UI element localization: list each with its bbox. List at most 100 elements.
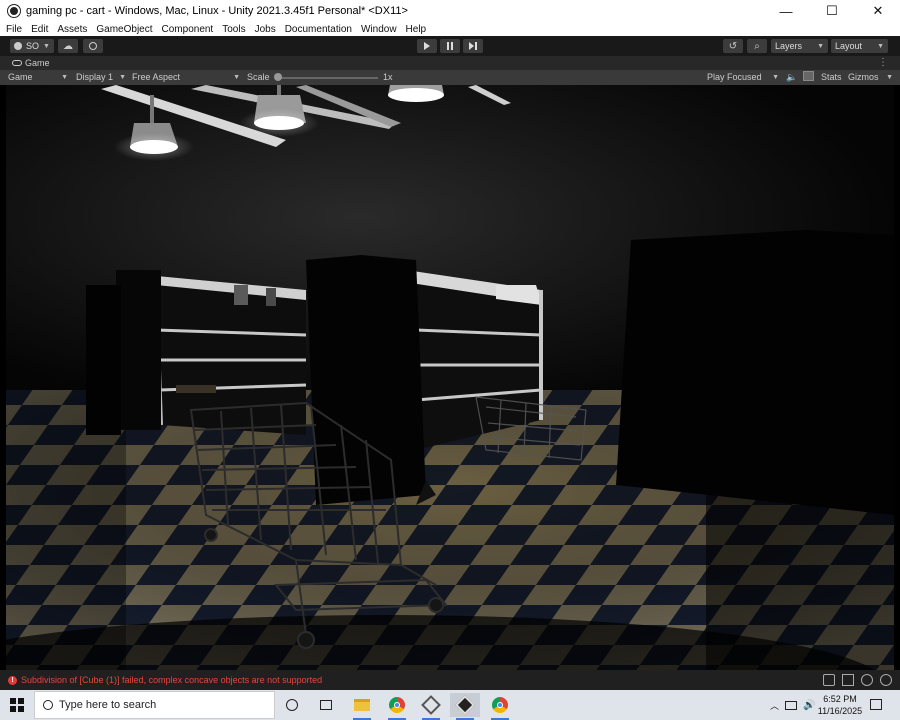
main-toolbar: SO ▼ ☁ ↺ ⌕ Layers ▼ Layout ▼ [0, 36, 900, 56]
scale-slider-track[interactable] [278, 77, 378, 79]
taskbar-search-box[interactable]: Type here to search [34, 691, 275, 719]
layers-label: Layers [775, 41, 803, 51]
menu-file[interactable]: File [6, 24, 22, 35]
menu-gameobject[interactable]: GameObject [96, 24, 152, 35]
menu-bar: File Edit Assets GameObject Component To… [0, 22, 900, 36]
menu-window[interactable]: Window [361, 24, 397, 35]
system-tray: ︿ 🔊 [770, 690, 815, 720]
progress-icon[interactable] [880, 674, 892, 686]
chevron-down-icon: ▼ [61, 73, 68, 81]
task-view-icon[interactable] [311, 693, 341, 717]
account-label: SO [26, 41, 40, 51]
chevron-down-icon: ▼ [886, 73, 893, 81]
step-button[interactable] [463, 39, 483, 53]
menu-documentation[interactable]: Documentation [285, 24, 352, 35]
chevron-down-icon: ▼ [233, 73, 240, 81]
cortana-icon[interactable] [277, 693, 307, 717]
step-icon [469, 42, 477, 50]
account-icon [14, 42, 23, 50]
clock-date: 11/16/2025 [817, 706, 863, 716]
taskbar-clock[interactable]: 6:52 PM 11/16/2025 [814, 693, 866, 717]
unity-hub-icon[interactable] [416, 693, 446, 720]
display-select-label: Display 1 [76, 72, 114, 82]
file-explorer-icon[interactable] [347, 693, 377, 720]
play-icon [424, 42, 430, 50]
game-tab-strip: Game ⋮ [0, 56, 900, 70]
menu-assets[interactable]: Assets [57, 24, 87, 35]
layout-label: Layout [835, 41, 863, 51]
window-title: gaming pc - cart - Windows, Mac, Linux -… [26, 5, 408, 17]
chevron-down-icon: ▼ [43, 42, 50, 50]
notification-icon[interactable] [870, 699, 882, 710]
mute-audio-button[interactable]: 🔈 [786, 72, 797, 83]
gizmos-dropdown[interactable]: Gizmos ▼ [848, 72, 893, 82]
scale-value: 1x [383, 72, 393, 82]
menu-help[interactable]: Help [406, 24, 427, 35]
chrome-icon[interactable] [485, 693, 515, 720]
maximize-button[interactable]: ☐ [816, 0, 848, 22]
gamepad-icon [12, 60, 22, 66]
account-dropdown[interactable]: SO ▼ [10, 39, 54, 53]
stats-button[interactable]: Stats [821, 72, 842, 82]
chevron-down-icon: ▼ [119, 73, 126, 81]
unity-editor-icon[interactable] [450, 693, 480, 720]
game-control-bar: Game ▼ Display 1 ▼ Free Aspect ▼ Scale 1… [0, 70, 900, 85]
play-button[interactable] [417, 39, 437, 53]
history-icon: ↺ [728, 40, 738, 52]
search-placeholder: Type here to search [59, 699, 157, 711]
history-button[interactable]: ↺ [723, 39, 743, 53]
console-status-bar[interactable]: ! Subdivision of [Cube (1)] failed, comp… [0, 670, 900, 690]
bug-icon[interactable] [823, 674, 835, 686]
tab-game[interactable]: Game [12, 58, 50, 68]
search-icon [43, 700, 53, 710]
layers-dropdown[interactable]: Layers ▼ [771, 39, 828, 53]
status-icons [823, 674, 892, 686]
menu-tools[interactable]: Tools [222, 24, 245, 35]
pause-icon [447, 42, 453, 50]
chevron-down-icon: ▼ [877, 42, 884, 50]
close-button[interactable]: ✕ [862, 0, 894, 22]
scale-slider-handle[interactable] [274, 73, 282, 81]
layout-dropdown[interactable]: Layout ▼ [831, 39, 888, 53]
status-message[interactable]: Subdivision of [Cube (1)] failed, comple… [21, 675, 322, 685]
menu-edit[interactable]: Edit [31, 24, 48, 35]
keyboard-shortcut-button[interactable] [803, 71, 814, 81]
gizmos-label: Gizmos [848, 72, 879, 82]
layers-stack-icon[interactable] [842, 674, 854, 686]
windows-taskbar: Type here to search ︿ 🔊 6:52 PM 11/16/20… [0, 690, 900, 720]
debug-icon[interactable] [861, 674, 873, 686]
chevron-down-icon: ▼ [817, 42, 824, 50]
game-scene-render [6, 85, 894, 670]
unity-logo-icon [8, 5, 20, 17]
chevron-down-icon: ▼ [772, 73, 779, 81]
collab-button[interactable] [83, 39, 103, 53]
aspect-select[interactable]: Free Aspect ▼ [132, 72, 240, 82]
more-options-icon[interactable]: ⋮ [878, 57, 888, 68]
search-icon: ⌕ [754, 40, 760, 52]
menu-jobs[interactable]: Jobs [255, 24, 276, 35]
view-select[interactable]: Game ▼ [8, 72, 68, 82]
chrome-icon[interactable] [382, 693, 412, 720]
windows-logo-icon [10, 698, 24, 712]
cloud-button[interactable]: ☁ [58, 39, 78, 53]
chevron-up-icon[interactable]: ︿ [770, 699, 779, 712]
play-mode-label: Play Focused [707, 72, 762, 82]
display-select[interactable]: Display 1 ▼ [76, 72, 126, 82]
start-button[interactable] [0, 690, 34, 720]
grid-icon [803, 71, 814, 81]
error-icon: ! [8, 675, 17, 685]
search-button[interactable]: ⌕ [747, 39, 767, 53]
tab-game-label: Game [25, 58, 50, 68]
view-select-label: Game [8, 72, 33, 82]
menu-component[interactable]: Component [162, 24, 214, 35]
cloud-icon: ☁ [63, 40, 73, 52]
network-icon[interactable] [785, 700, 798, 710]
aspect-select-label: Free Aspect [132, 72, 181, 82]
title-bar: gaming pc - cart - Windows, Mac, Linux -… [0, 0, 900, 22]
pause-button[interactable] [440, 39, 460, 53]
play-mode-select[interactable]: Play Focused ▼ [707, 72, 779, 82]
scale-label: Scale [247, 72, 270, 82]
game-viewport[interactable] [6, 85, 894, 670]
collab-icon [89, 42, 97, 50]
minimize-button[interactable]: — [770, 0, 802, 22]
